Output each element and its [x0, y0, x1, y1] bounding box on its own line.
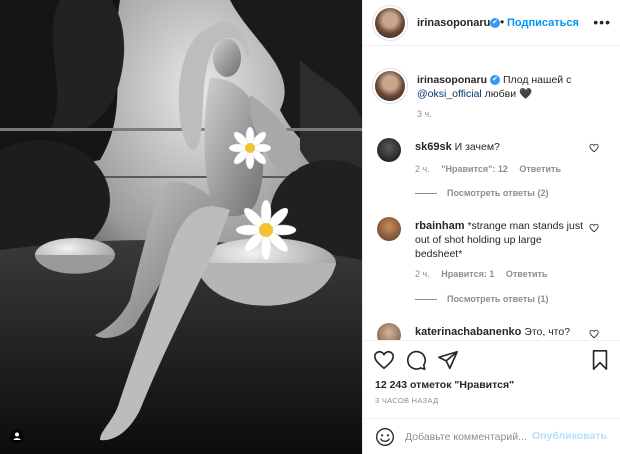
post-timestamp[interactable]: 3 ЧАСОВ НАЗАД: [375, 396, 438, 405]
comment-avatar[interactable]: [377, 138, 401, 162]
comment-username[interactable]: katerinachabanenko: [415, 326, 521, 338]
comment-text: rbainham *strange man stands just out of…: [415, 219, 591, 261]
verified-badge-icon: ✔: [490, 75, 501, 86]
comment-text: sk69sk И зачем?: [415, 140, 591, 154]
author-username[interactable]: irinasoponaru: [417, 17, 490, 29]
daisy-sticker-top: [228, 126, 272, 170]
caption-mention-link[interactable]: @oksi_official: [417, 88, 482, 100]
more-dots-icon[interactable]: •••: [593, 14, 611, 30]
view-replies-button[interactable]: Посмотреть ответы (2): [415, 188, 548, 198]
publish-button[interactable]: Опубликовать: [532, 430, 607, 442]
comment-body: И зачем?: [454, 141, 500, 153]
comment-icon[interactable]: [405, 349, 427, 371]
comment-like-heart-icon[interactable]: [589, 143, 599, 153]
bookmark-icon[interactable]: [589, 349, 611, 371]
comment-like-heart-icon[interactable]: [589, 329, 599, 339]
comment-reply-button[interactable]: Ответить: [506, 269, 548, 279]
daisy-sticker-bottom: [235, 199, 297, 261]
comment-username[interactable]: rbainham: [415, 220, 465, 232]
comment-reply-button[interactable]: Ответить: [519, 164, 561, 174]
comment-timestamp: 2 ч.: [415, 164, 430, 174]
verified-badge-icon: ✔: [490, 18, 500, 28]
comment-text: katerinachabanenko Это, что?: [415, 325, 591, 339]
author-avatar[interactable]: [375, 8, 405, 38]
instagram-post: irinasoponaru ✔ • Подписаться ••• irinas…: [0, 0, 620, 454]
comment-likes-count[interactable]: Нравится: 1: [441, 269, 494, 279]
view-replies-button[interactable]: Посмотреть ответы (1): [415, 294, 548, 304]
post-header: irinasoponaru ✔ • Подписаться •••: [363, 0, 620, 46]
follow-button[interactable]: Подписаться: [507, 17, 579, 29]
comment-avatar[interactable]: [377, 323, 401, 340]
caption-username[interactable]: irinasoponaru: [417, 74, 487, 86]
comment-meta: 2 ч. "Нравится": 12 Ответить: [415, 164, 570, 174]
post-actions: 12 243 отметок "Нравится" 3 ЧАСОВ НАЗАД: [363, 340, 620, 418]
post-photo[interactable]: [0, 0, 362, 454]
post-image: [0, 0, 362, 454]
comment-body: Это, что?: [524, 326, 571, 338]
comments-list[interactable]: irinasoponaru ✔ Плод нашей с @oksi_offici…: [363, 47, 620, 340]
comment-meta: 2 ч. Нравится: 1 Ответить: [415, 269, 556, 279]
likes-count[interactable]: 12 243 отметок "Нравится": [375, 379, 514, 391]
caption-text: irinasoponaru ✔ Плод нашей с @oksi_offici…: [417, 73, 603, 101]
header-separator: •: [500, 15, 505, 29]
add-comment-bar: Опубликовать: [363, 418, 620, 454]
post-sidebar: irinasoponaru ✔ • Подписаться ••• irinas…: [362, 0, 620, 454]
caption-body: Плод нашей с: [502, 74, 572, 86]
share-icon[interactable]: [437, 349, 459, 371]
caption-body-end: любви 🖤: [481, 88, 533, 100]
emoji-icon[interactable]: [375, 427, 395, 447]
comment-username[interactable]: sk69sk: [415, 141, 452, 153]
comment-likes-count[interactable]: "Нравится": 12: [441, 164, 508, 174]
heart-icon[interactable]: [373, 349, 395, 371]
caption-timestamp: 3 ч.: [417, 109, 432, 119]
comment-avatar[interactable]: [377, 217, 401, 241]
caption-avatar[interactable]: [375, 71, 405, 101]
user-tag-icon[interactable]: [10, 429, 24, 443]
comment-timestamp: 2 ч.: [415, 269, 430, 279]
comment-like-heart-icon[interactable]: [589, 223, 599, 233]
comment-input[interactable]: [405, 429, 533, 445]
